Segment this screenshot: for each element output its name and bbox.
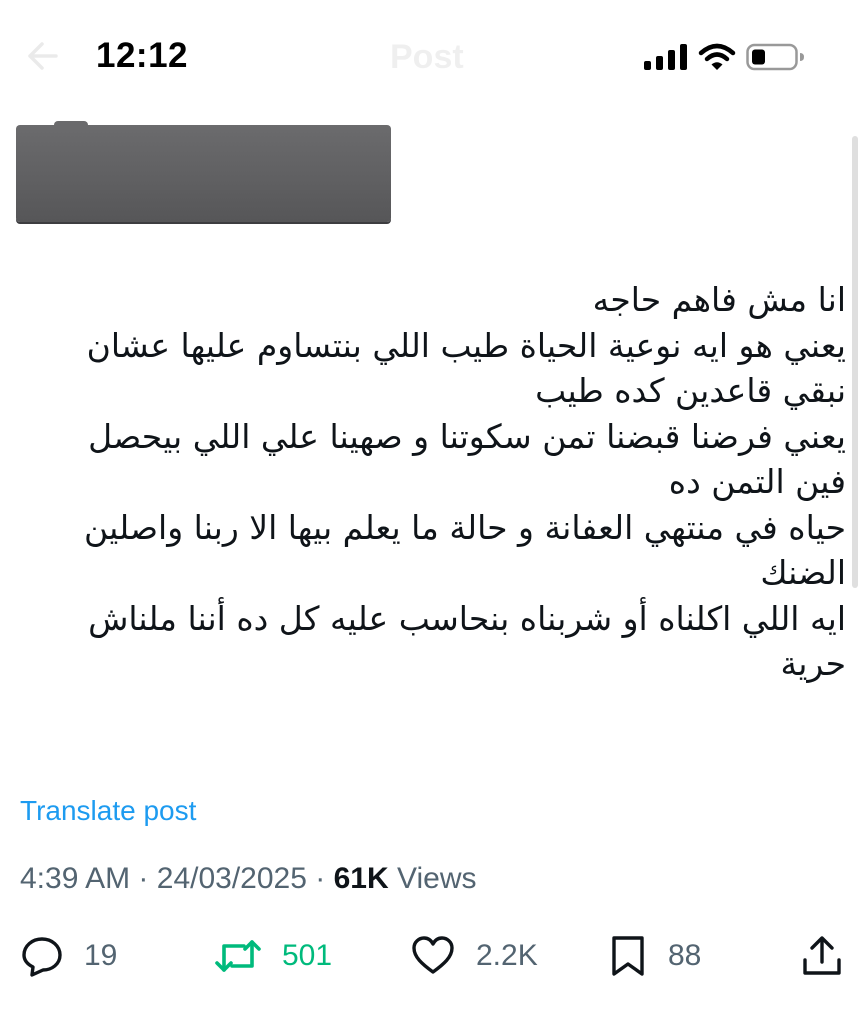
scrollbar[interactable] <box>852 136 858 588</box>
views-count: 61K <box>333 862 389 895</box>
reply-button[interactable]: 19 <box>20 932 117 980</box>
post-meta: 4:39 AM · 24/03/2025 · 61K Views <box>20 862 476 896</box>
tweet-line: انا مش فاهم حاجه <box>592 280 846 319</box>
repost-arrows-icon <box>215 940 261 972</box>
nav-title: Post <box>390 38 464 76</box>
repost-button[interactable]: 501 <box>214 932 332 980</box>
translate-post-link[interactable]: Translate post <box>20 795 196 827</box>
views-label[interactable]: Views <box>397 862 476 895</box>
bookmark-count: 88 <box>668 939 702 972</box>
heart-icon <box>412 936 454 974</box>
tweet-line: يعني هو ايه نوعية الحياة طيب اللي بنتساو… <box>86 325 846 365</box>
wifi-icon <box>698 43 736 70</box>
tweet-line: نبقي قاعدين كده طيب <box>535 371 846 410</box>
battery-icon <box>746 43 804 71</box>
reply-count: 19 <box>84 939 118 972</box>
post-screen: Post 12:12 انا مش فاهم حاجه يعني هو ايه … <box>0 0 864 1024</box>
status-icons <box>644 40 806 74</box>
reply-bubble-icon <box>22 937 62 977</box>
meta-separator: · <box>138 862 149 895</box>
tweet-line: حرية <box>780 644 846 683</box>
status-time: 12:12 <box>96 36 189 75</box>
tweet-line: الضنك <box>760 553 846 592</box>
bookmark-button[interactable]: 88 <box>608 932 701 980</box>
share-button[interactable] <box>800 932 844 980</box>
redacted-user-header <box>16 121 391 222</box>
post-time: 4:39 AM <box>20 862 131 895</box>
share-upload-icon <box>803 936 841 975</box>
back-arrow-icon[interactable] <box>24 40 60 72</box>
meta-separator: · <box>315 862 326 895</box>
tweet-line: يعني فرضنا قبضنا تمن سكوتنا و صهينا علي … <box>88 416 846 456</box>
like-count: 2.2K <box>476 939 538 972</box>
bookmark-icon <box>612 936 644 976</box>
tweet-line: حياه في منتهي العفانة و حالة ما يعلم بيه… <box>84 507 846 547</box>
tweet-line: ايه اللي اكلناه أو شربناه بنحاسب عليه كل… <box>88 598 846 638</box>
cellular-signal-icon <box>644 44 687 70</box>
tweet-line: فين التمن ده <box>668 462 846 501</box>
repost-count: 501 <box>282 939 333 972</box>
like-button[interactable]: 2.2K <box>410 932 538 980</box>
post-date: 24/03/2025 <box>156 862 307 895</box>
tweet-text: انا مش فاهم حاجه يعني هو ايه نوعية الحيا… <box>36 277 846 687</box>
